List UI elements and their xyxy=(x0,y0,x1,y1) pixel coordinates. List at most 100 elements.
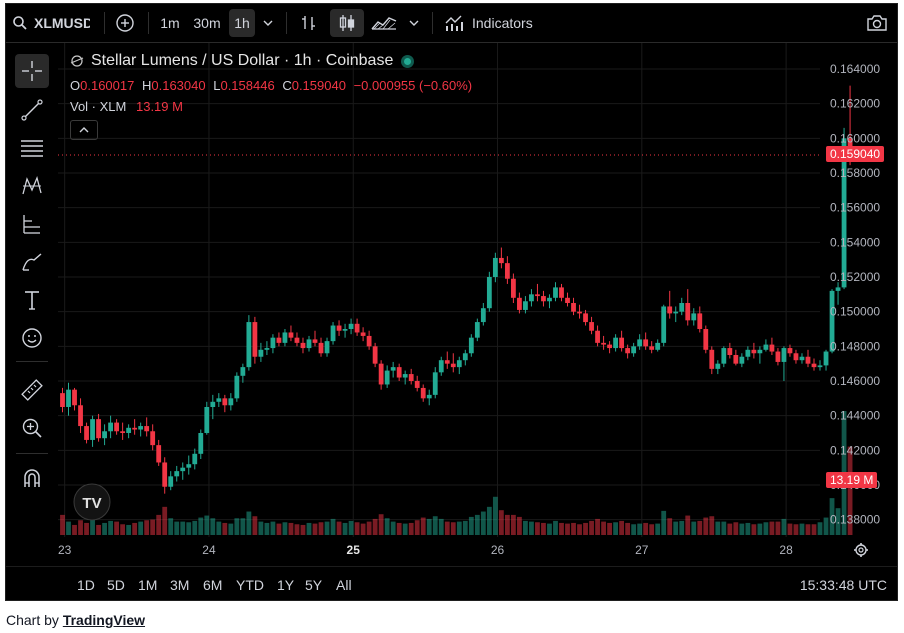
candle-body xyxy=(480,308,486,323)
candle-body xyxy=(102,431,107,439)
volume-bar xyxy=(72,524,77,535)
candle-body xyxy=(679,303,685,312)
price-tick-label: 0.138000 xyxy=(830,513,880,527)
volume-bar xyxy=(547,523,552,535)
volume-bar xyxy=(631,524,637,535)
legend-title-row: Stellar Lumens / US Dollar · 1h · Coinba… xyxy=(70,52,415,70)
candle-body xyxy=(120,431,126,433)
volume-bar xyxy=(138,521,144,535)
candle-body xyxy=(535,294,540,297)
volume-bar xyxy=(408,522,414,535)
candle-body xyxy=(805,356,811,364)
candle-body xyxy=(402,374,408,378)
volume-bar xyxy=(589,520,594,535)
volume-bar xyxy=(480,511,486,535)
volume-bar xyxy=(384,518,390,535)
candle-body xyxy=(360,332,366,336)
volume-bar xyxy=(96,524,101,535)
candle-body xyxy=(96,419,101,439)
volume-bar xyxy=(565,523,570,535)
candle-body xyxy=(625,348,631,354)
candle-body xyxy=(517,297,522,310)
volume-bar xyxy=(553,520,558,535)
range-1d[interactable]: 1D xyxy=(77,577,95,593)
candle-body xyxy=(168,476,174,487)
candle-body xyxy=(108,422,113,432)
candle-body xyxy=(456,360,462,368)
candle-body xyxy=(589,322,594,331)
range-all[interactable]: All xyxy=(336,577,352,593)
candle-body xyxy=(799,356,805,361)
volume-bar xyxy=(703,517,709,535)
utc-clock[interactable]: 15:33:48 UTC xyxy=(800,577,887,593)
volume-row: Vol · XLM 13.19 M xyxy=(70,99,183,114)
candle-body xyxy=(126,427,132,433)
volume-bar xyxy=(799,523,805,535)
range-6m[interactable]: 6M xyxy=(203,577,222,593)
close-value: 0.159040 xyxy=(291,78,346,93)
candle-body xyxy=(264,348,270,350)
volume-bar xyxy=(781,518,787,535)
volume-bar xyxy=(396,522,402,535)
price-tick-label: 0.160000 xyxy=(830,131,880,145)
candle-body xyxy=(781,348,787,362)
volume-bar xyxy=(132,522,138,535)
price-tick-label: 0.164000 xyxy=(830,62,880,76)
volume-bar xyxy=(649,524,655,535)
candle-body xyxy=(474,322,480,338)
high-value: 0.163040 xyxy=(151,78,206,93)
candle-body xyxy=(673,311,679,314)
candle-body xyxy=(504,263,510,279)
candle-body xyxy=(727,348,733,355)
candle-body xyxy=(384,370,390,385)
range-1y[interactable]: 1Y xyxy=(277,577,294,593)
volume-bar xyxy=(571,522,576,535)
candle-body xyxy=(763,344,769,350)
volume-bar xyxy=(438,518,444,535)
range-3m[interactable]: 3M xyxy=(170,577,189,593)
volume-bar xyxy=(180,521,186,535)
volume-bar xyxy=(769,521,775,535)
candle-body xyxy=(733,355,739,364)
last-price-label: 0.159040 xyxy=(826,145,885,162)
volume-bar xyxy=(144,520,150,535)
volume-bar xyxy=(661,510,667,535)
candle-body xyxy=(583,313,588,323)
volume-label: Vol · XLM xyxy=(70,99,127,114)
volume-bar xyxy=(270,521,276,535)
candle-body xyxy=(426,394,432,399)
candle-body xyxy=(234,375,240,399)
volume-bar xyxy=(805,524,811,535)
price-tick-label: 0.150000 xyxy=(830,305,880,319)
volume-bar xyxy=(450,522,456,535)
volume-bar xyxy=(204,515,210,535)
volume-bar xyxy=(294,524,300,535)
volume-bar xyxy=(511,514,516,535)
range-5d[interactable]: 5D xyxy=(107,577,125,593)
candle-body xyxy=(547,297,552,302)
volume-bar xyxy=(468,516,474,535)
tradingview-logo[interactable]: TV xyxy=(73,483,111,521)
volume-bar xyxy=(168,518,174,535)
volume-bar xyxy=(444,521,450,535)
volume-bar xyxy=(318,522,324,535)
volume-bar xyxy=(811,524,817,535)
volume-bar xyxy=(228,523,234,535)
tradingview-link[interactable]: TradingView xyxy=(63,612,145,628)
collapse-legend-button[interactable] xyxy=(70,120,98,140)
price-tick-label: 0.156000 xyxy=(830,201,880,215)
candle-body xyxy=(577,311,582,314)
candle-body xyxy=(372,346,378,364)
range-ytd[interactable]: YTD xyxy=(236,577,264,593)
volume-bar xyxy=(150,519,156,535)
candle-body xyxy=(414,381,420,388)
volume-bar xyxy=(276,523,282,535)
volume-bar xyxy=(595,518,600,535)
volume-bar xyxy=(733,522,739,535)
settings-gear-icon[interactable] xyxy=(854,543,868,557)
range-1m[interactable]: 1M xyxy=(138,577,157,593)
range-5y[interactable]: 5Y xyxy=(305,577,322,593)
candle-body xyxy=(691,313,697,321)
candle-body xyxy=(637,339,643,347)
low-value: 0.158446 xyxy=(220,78,275,93)
